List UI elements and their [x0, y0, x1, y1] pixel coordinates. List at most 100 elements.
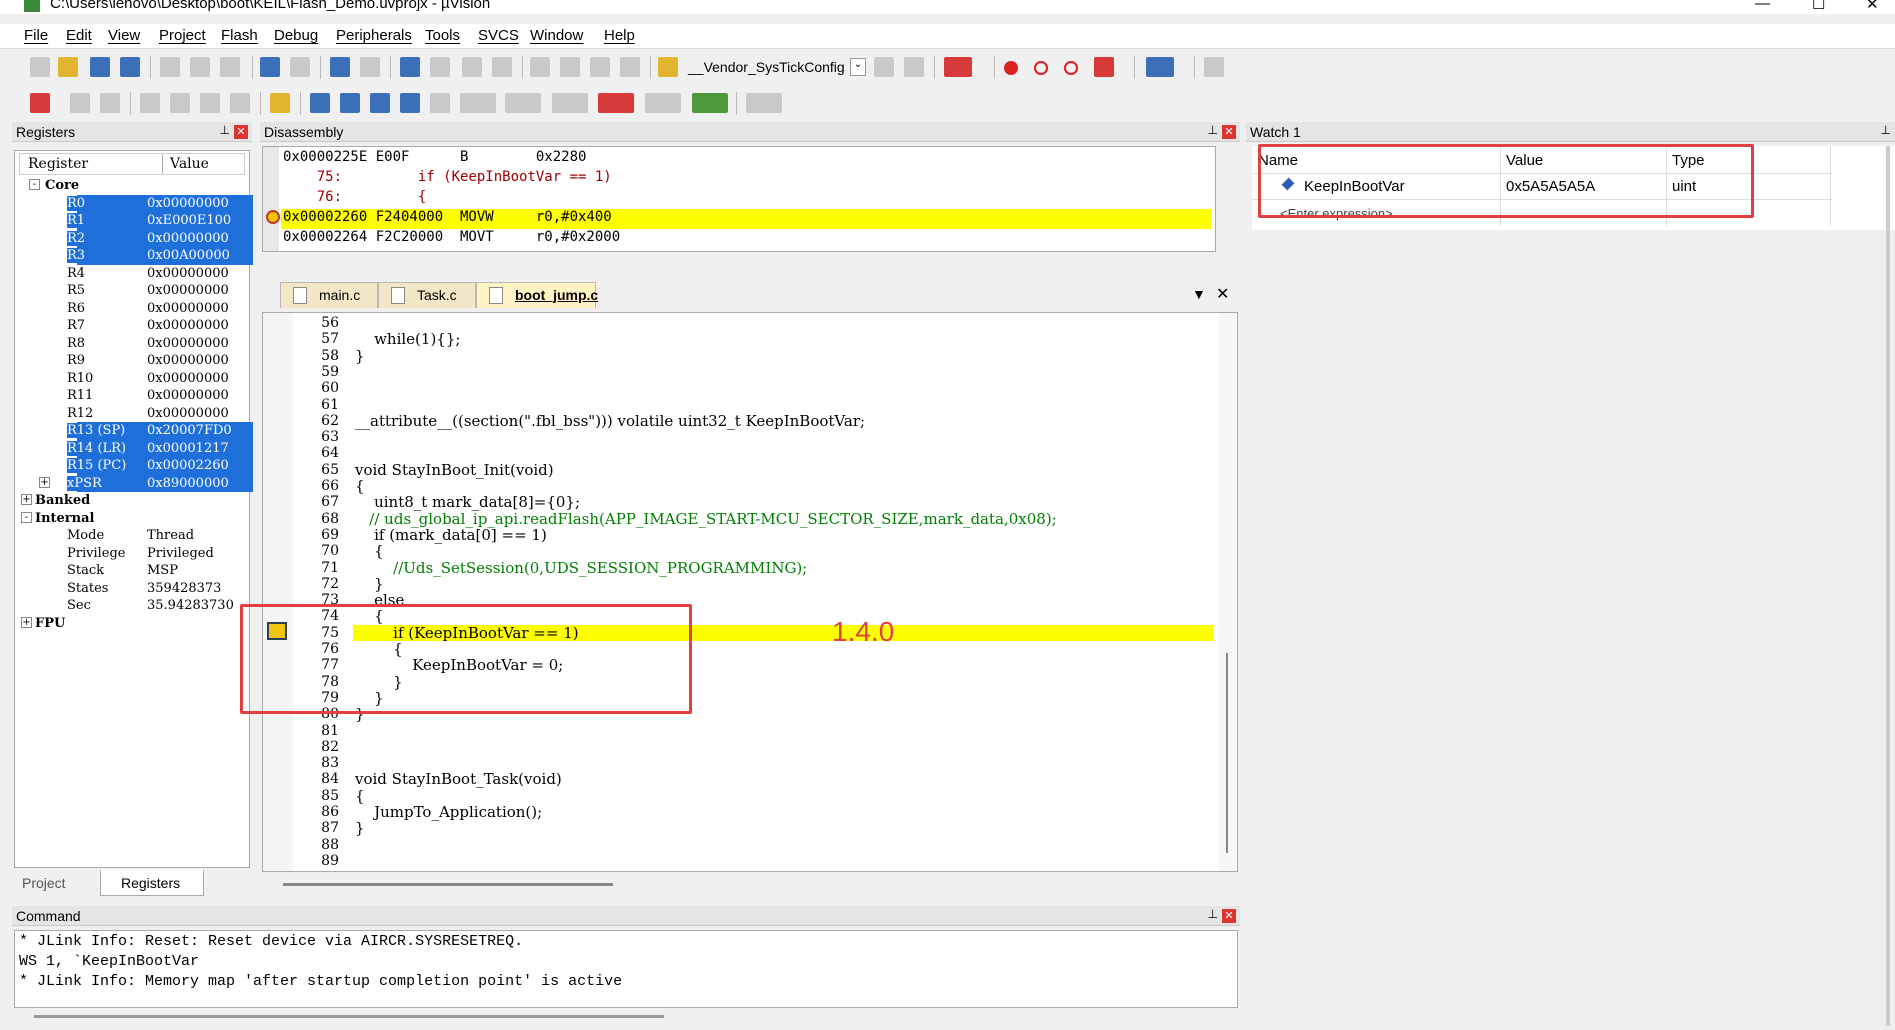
save-all-icon[interactable] [120, 57, 140, 77]
run-icon[interactable] [70, 93, 90, 113]
register-row[interactable]: + Banked [19, 492, 253, 510]
pin-icon[interactable]: ⊥ [1881, 123, 1891, 137]
code-line[interactable]: // uds_global_ip_api.readFlash(APP_IMAGE… [355, 510, 1056, 528]
undo-icon[interactable] [260, 57, 280, 77]
register-row[interactable]: Stack MSP [19, 562, 253, 580]
expand-icon[interactable]: + [21, 616, 32, 628]
disable-breakpoint-icon[interactable] [1034, 61, 1048, 75]
tab-task-c[interactable]: Task.c [378, 282, 476, 308]
register-value[interactable]: 0x00000000 [147, 230, 229, 246]
register-value[interactable]: 0x20007FD0 [147, 423, 232, 438]
registers-tree[interactable]: Register Value - Core R0 0x00000000 R1 0xE000… [14, 150, 253, 868]
register-value[interactable]: 0x89000000 [147, 475, 229, 491]
close-icon[interactable]: ✕ [1222, 909, 1236, 923]
new-file-icon[interactable] [30, 57, 50, 77]
bookmark-next-icon[interactable] [462, 57, 482, 77]
register-row[interactable]: R5 0x00000000 [19, 282, 253, 300]
register-row[interactable]: R9 0x00000000 [19, 352, 253, 370]
step-over-icon[interactable] [170, 93, 190, 113]
register-row[interactable]: Privilege Privileged [19, 545, 253, 563]
call-stack-icon[interactable] [430, 93, 450, 113]
menu-project[interactable]: Project [159, 27, 206, 44]
collapse-icon[interactable]: - [21, 511, 32, 523]
tab-project[interactable]: Project [22, 875, 66, 891]
editor-hscrollbar[interactable] [283, 883, 613, 886]
register-value[interactable]: 0x00000000 [147, 388, 229, 403]
reset-icon[interactable] [30, 93, 50, 113]
code-line[interactable]: { [355, 477, 365, 495]
save-icon[interactable] [90, 57, 110, 77]
tab-registers[interactable]: Registers [100, 870, 204, 896]
register-row[interactable]: R14 (LR) 0x00001217 [19, 439, 253, 457]
code-line[interactable]: while(1){}; [355, 330, 460, 348]
tabs-dropdown-icon[interactable]: ▼ [1192, 286, 1206, 302]
register-value[interactable]: 0x00000000 [147, 195, 229, 211]
register-row[interactable]: Sec 35.94283730 [19, 597, 253, 615]
collapse-icon[interactable]: - [29, 179, 40, 190]
window-layout-icon[interactable] [1146, 57, 1174, 77]
register-value[interactable]: 0x00000000 [147, 301, 229, 316]
redo-icon[interactable] [290, 57, 310, 77]
indent-icon[interactable] [530, 57, 550, 77]
code-line[interactable]: } [355, 819, 365, 837]
register-row[interactable]: Mode Thread [19, 527, 253, 545]
disassembly-view[interactable]: 0x0000225E E00F B 0x2280 75: if (KeepInB… [262, 146, 1216, 252]
tab-main-c[interactable]: main.c [280, 282, 378, 308]
register-row[interactable]: R6 0x00000000 [19, 300, 253, 318]
code-line[interactable]: //Uds_SetSession(0,UDS_SESSION_PROGRAMMI… [355, 559, 807, 577]
register-row[interactable]: - Core [19, 177, 253, 195]
register-row[interactable]: + FPU [19, 615, 253, 633]
run-to-cursor-icon[interactable] [230, 93, 250, 113]
tab-boot-jump-c[interactable]: boot_jump.c [476, 282, 598, 308]
pin-icon[interactable]: ⊥ [220, 123, 230, 137]
code-line[interactable]: { [355, 542, 384, 560]
system-viewer-icon[interactable] [692, 93, 728, 113]
chevron-down-icon[interactable]: ⌄ [850, 58, 866, 76]
configure-icon[interactable] [1204, 57, 1224, 77]
disassembly-line[interactable]: 0x00002260 F2404000 MOVW r0,#0x400 [281, 209, 1211, 229]
nav-back-icon[interactable] [330, 57, 350, 77]
register-value[interactable]: 0xE000E100 [147, 213, 232, 228]
disassembly-line[interactable]: 0x00002264 F2C20000 MOVT r0,#0x2000 [281, 229, 1211, 249]
pin-icon[interactable]: ⊥ [1208, 907, 1218, 921]
register-value[interactable]: 35.94283730 [147, 598, 234, 613]
code-line[interactable]: void StayInBoot_Task(void) [355, 770, 562, 788]
code-line[interactable]: __attribute__((section(".fbl_bss"))) vol… [355, 412, 865, 430]
menu-debug[interactable]: Debug [274, 27, 318, 44]
register-row[interactable]: R3 0x00A00000 [19, 247, 253, 265]
copy-icon[interactable] [190, 57, 210, 77]
serial-windows-icon[interactable] [552, 93, 588, 113]
right-scrollbar[interactable] [1886, 146, 1890, 1026]
register-row[interactable]: R4 0x00000000 [19, 265, 253, 283]
disassembly-line[interactable]: 75: if (KeepInBootVar == 1) [281, 169, 1211, 189]
register-row[interactable]: R10 0x00000000 [19, 370, 253, 388]
register-value[interactable]: 0x00000000 [147, 318, 229, 333]
close-icon[interactable]: ✕ [1222, 125, 1236, 139]
register-value[interactable]: 0x00001217 [147, 440, 229, 456]
register-value[interactable]: 0x00002260 [147, 458, 229, 473]
close-icon[interactable]: ✕ [234, 125, 248, 139]
register-row[interactable]: R7 0x00000000 [19, 317, 253, 335]
watch-windows-icon[interactable] [460, 93, 496, 113]
code-line[interactable]: } [355, 575, 384, 593]
bookmark-prev-icon[interactable] [430, 57, 450, 77]
paste-icon[interactable] [220, 57, 240, 77]
debug-session-icon[interactable] [944, 57, 972, 77]
code-line[interactable]: JumpTo_Application(); [355, 803, 542, 821]
register-value[interactable]: 0x00000000 [147, 336, 229, 351]
register-row[interactable]: R1 0xE000E100 [19, 212, 253, 230]
code-line[interactable]: { [355, 787, 365, 805]
code-line[interactable]: } [355, 347, 365, 365]
register-value[interactable]: 0x00000000 [147, 283, 229, 298]
incremental-find-icon[interactable] [904, 57, 924, 77]
register-value[interactable]: 0x00000000 [147, 406, 229, 421]
pin-icon[interactable]: ⊥ [1208, 123, 1218, 137]
expand-icon[interactable]: + [21, 494, 32, 505]
disassembly-window-icon[interactable] [340, 93, 360, 113]
register-row[interactable]: + xPSR 0x89000000 [19, 474, 253, 492]
register-row[interactable]: States 359428373 [19, 580, 253, 598]
editor-gutter[interactable] [263, 313, 293, 871]
find-in-files-icon[interactable] [658, 57, 678, 77]
register-value[interactable]: 0x00000000 [147, 266, 229, 281]
kill-breakpoints-icon[interactable] [1094, 57, 1114, 77]
